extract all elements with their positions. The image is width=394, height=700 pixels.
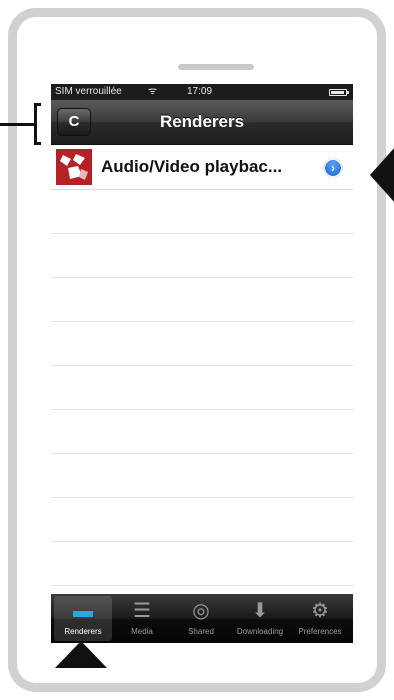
page-title: Renderers <box>159 112 245 131</box>
tab-media[interactable]: ☰ Media <box>113 596 171 641</box>
row-divider <box>51 541 353 542</box>
row-divider <box>51 233 353 234</box>
tab-bar: ▬ Renderers ☰ Media ◎ Shared ⬇ Downloadi… <box>51 594 353 643</box>
arrow-pointer-icon <box>370 146 394 204</box>
renderer-list: Audio/Video playbac... › <box>51 145 353 594</box>
navigation-bar: C Renderers <box>51 100 353 145</box>
row-divider <box>51 409 353 410</box>
tab-preferences[interactable]: ⚙ Preferences <box>291 596 349 641</box>
row-divider <box>51 277 353 278</box>
speaker-grille <box>178 64 254 70</box>
callout-line <box>0 123 34 126</box>
tab-downloading[interactable]: ⬇ Downloading <box>231 596 289 641</box>
row-divider <box>51 585 353 586</box>
battery-icon <box>329 89 349 96</box>
renderer-logo-icon <box>56 149 92 185</box>
tab-label: Shared <box>188 627 214 636</box>
row-divider <box>51 321 353 322</box>
download-icon: ⬇ <box>251 600 269 622</box>
renderer-row[interactable]: Audio/Video playbac... › <box>51 145 353 190</box>
tab-label: Media <box>131 627 153 636</box>
disclosure-icon[interactable]: › <box>324 159 342 177</box>
status-bar: SIM verrouillée ᯤ 17:09 <box>51 84 353 100</box>
gear-icon: ⚙ <box>311 600 329 622</box>
shared-icon: ◎ <box>192 600 210 622</box>
row-divider <box>51 453 353 454</box>
tab-label: Preferences <box>298 627 342 636</box>
tab-shared[interactable]: ◎ Shared <box>172 596 230 641</box>
carrier-label: SIM verrouillée <box>55 86 122 97</box>
tab-label: Renderers <box>64 627 102 636</box>
arrow-pointer-icon <box>55 641 107 668</box>
tab-renderers[interactable]: ▬ Renderers <box>54 596 112 641</box>
monitor-icon: ▬ <box>73 600 93 622</box>
media-stack-icon: ☰ <box>133 600 151 622</box>
renderer-name: Audio/Video playbac... <box>101 157 283 176</box>
row-divider <box>51 497 353 498</box>
tab-label: Downloading <box>236 627 284 636</box>
row-divider <box>51 365 353 366</box>
wifi-icon: ᯤ <box>148 86 158 97</box>
callout-bracket <box>34 103 41 145</box>
status-time: 17:09 <box>187 86 213 97</box>
app-screen: SIM verrouillée ᯤ 17:09 C Renderers Audi… <box>51 84 353 656</box>
